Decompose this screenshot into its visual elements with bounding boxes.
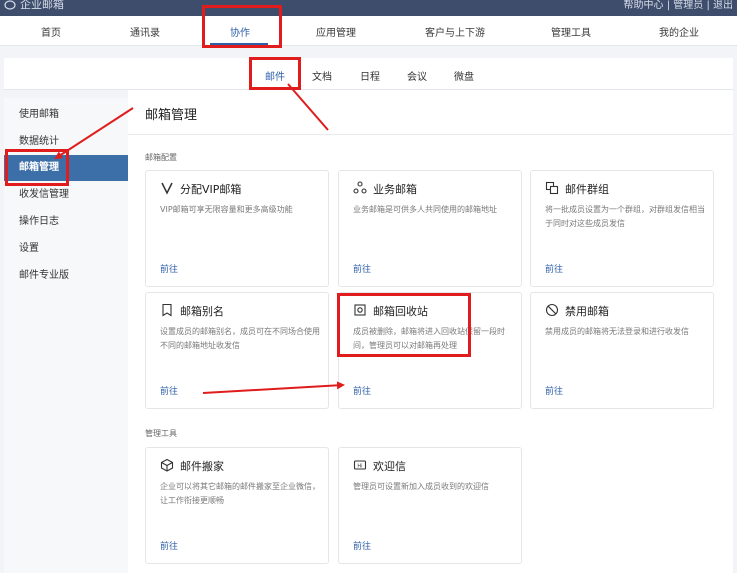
card-mail-recycle-bin: 邮箱回收站 成员被删除，邮箱将进入回收站保留一段时间，管理员可以对邮箱再处理 前… xyxy=(338,292,522,409)
card-title: 分配VIP邮箱 xyxy=(180,183,242,196)
goto-link[interactable]: 前往 xyxy=(160,539,178,552)
card-desc: VIP邮箱可享无限容量和更多高级功能 xyxy=(160,205,293,214)
card-mail-alias: 邮箱别名 设置成员的邮箱别名，成员可在不同场合使用不同的邮箱地址收发信 前往 xyxy=(145,292,329,409)
brand-name: 企业邮箱 xyxy=(20,0,64,11)
sidebar-item-operation-log[interactable]: 操作日志 xyxy=(4,209,128,235)
title-divider xyxy=(128,134,733,135)
card-title: 邮件搬家 xyxy=(180,460,224,473)
subnav-mail[interactable]: 邮件 xyxy=(265,68,285,83)
sidebar-item-send-receive[interactable]: 收发信管理 xyxy=(4,182,128,208)
mail-migrate-icon xyxy=(160,458,174,472)
subnav-calendar[interactable]: 日程 xyxy=(360,68,380,83)
card-desc: 业务邮箱是可供多人共同使用的邮箱地址 xyxy=(353,205,497,214)
topnav-management-tools[interactable]: 管理工具 xyxy=(551,24,591,39)
card-title: 邮箱别名 xyxy=(180,305,224,318)
card-vip-mailbox: 分配VIP邮箱 VIP邮箱可享无限容量和更多高级功能 前往 xyxy=(145,170,329,287)
topnav-customers[interactable]: 客户与上下游 xyxy=(425,24,485,39)
top-right-links[interactable]: 帮助中心 | 管理员 | 退出 xyxy=(624,0,733,11)
top-strip: 企业邮箱 帮助中心 | 管理员 | 退出 xyxy=(0,0,737,16)
topnav-contacts[interactable]: 通讯录 xyxy=(130,24,160,39)
recycle-bin-icon xyxy=(354,304,366,316)
sidebar: 使用邮箱 数据统计 邮箱管理 收发信管理 操作日志 设置 邮件专业版 xyxy=(4,98,128,573)
card-desc: 禁用成员的邮箱将无法登录和进行收发信 xyxy=(545,327,689,336)
goto-link[interactable]: 前往 xyxy=(160,384,178,397)
subnav-drive[interactable]: 微盘 xyxy=(454,68,474,83)
goto-link[interactable]: 前往 xyxy=(160,262,178,275)
svg-text:Hi: Hi xyxy=(357,464,362,470)
topnav-active-underline xyxy=(210,43,268,45)
shared-mailbox-icon xyxy=(353,181,367,194)
subnav-meeting[interactable]: 会议 xyxy=(407,68,427,83)
sidebar-item-use-mailbox[interactable]: 使用邮箱 xyxy=(4,102,128,128)
goto-link[interactable]: 前往 xyxy=(353,262,371,275)
sidebar-item-statistics[interactable]: 数据统计 xyxy=(4,129,128,155)
card-mail-migration: 邮件搬家 企业可以将其它邮箱的邮件搬家至企业微信，让工作衔接更顺畅 前往 xyxy=(145,447,329,564)
section-label-tools: 管理工具 xyxy=(145,429,177,438)
goto-link[interactable]: 前往 xyxy=(545,262,563,275)
topnav-my-company[interactable]: 我的企业 xyxy=(659,24,699,39)
card-mail-group: 邮件群组 将一批成员设置为一个群组，对群组发信相当于同时对这些成员发信 前往 xyxy=(530,170,714,287)
section-label-config: 邮箱配置 xyxy=(145,153,177,162)
card-desc: 设置成员的邮箱别名，成员可在不同场合使用不同的邮箱地址收发信 xyxy=(160,327,320,350)
card-title: 邮件群组 xyxy=(565,183,609,196)
topnav-app-management[interactable]: 应用管理 xyxy=(316,24,356,39)
goto-link[interactable]: 前往 xyxy=(353,384,371,397)
card-title: 业务邮箱 xyxy=(373,183,417,196)
main-panel: 邮箱管理 邮箱配置 分配VIP邮箱 VIP邮箱可享无限容量和更多高级功能 前往 … xyxy=(128,90,733,573)
card-desc: 成员被删除，邮箱将进入回收站保留一段时间，管理员可以对邮箱再处理 xyxy=(353,327,505,350)
sidebar-item-mailbox-management[interactable]: 邮箱管理 xyxy=(4,155,128,181)
page-title: 邮箱管理 xyxy=(145,108,198,123)
card-title: 邮箱回收站 xyxy=(373,305,428,318)
card-desc: 将一批成员设置为一个群组，对群组发信相当于同时对这些成员发信 xyxy=(545,205,705,228)
top-nav: 首页 通讯录 协作 应用管理 客户与上下游 管理工具 我的企业 xyxy=(0,16,737,46)
card-desc: 管理员可设置新加入成员收到的欢迎信 xyxy=(353,482,489,491)
subnav-docs[interactable]: 文档 xyxy=(312,68,332,83)
alias-tag-icon xyxy=(162,303,172,317)
card-business-mailbox: 业务邮箱 业务邮箱是可供多人共同使用的邮箱地址 前往 xyxy=(338,170,522,287)
sub-nav: 邮件 文档 日程 会议 微盘 xyxy=(4,58,733,90)
vip-v-icon xyxy=(161,182,173,195)
topnav-home[interactable]: 首页 xyxy=(41,24,61,39)
brand-logo-icon xyxy=(4,0,16,10)
ban-icon xyxy=(545,303,559,317)
card-desc: 企业可以将其它邮箱的邮件搬家至企业微信，让工作衔接更顺畅 xyxy=(160,482,320,505)
goto-link[interactable]: 前往 xyxy=(545,384,563,397)
mail-group-icon xyxy=(545,181,559,195)
card-title: 欢迎信 xyxy=(373,460,406,473)
card-welcome-letter: Hi 欢迎信 管理员可设置新加入成员收到的欢迎信 前往 xyxy=(338,447,522,564)
topnav-collaboration[interactable]: 协作 xyxy=(230,24,250,39)
sidebar-item-mail-pro[interactable]: 邮件专业版 xyxy=(4,263,128,289)
welcome-letter-icon: Hi xyxy=(353,460,367,470)
card-disable-mailbox: 禁用邮箱 禁用成员的邮箱将无法登录和进行收发信 前往 xyxy=(530,292,714,409)
goto-link[interactable]: 前往 xyxy=(353,539,371,552)
sidebar-item-settings[interactable]: 设置 xyxy=(4,236,128,262)
card-title: 禁用邮箱 xyxy=(565,305,609,318)
